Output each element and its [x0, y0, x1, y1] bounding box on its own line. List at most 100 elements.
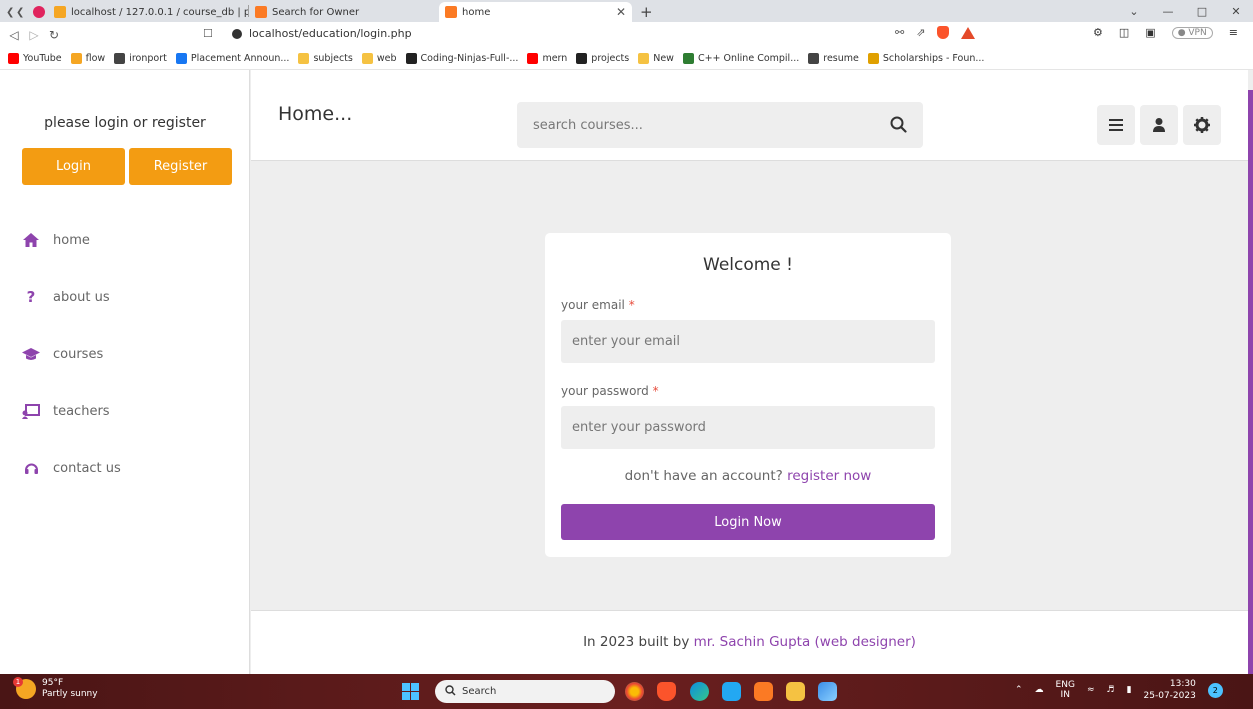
search-icon[interactable] [890, 116, 907, 137]
key-icon[interactable]: ⚯ [895, 26, 904, 39]
scrollbar-accent[interactable] [1248, 90, 1253, 709]
forward-history-icon[interactable]: ❮ [14, 2, 30, 22]
theme-toggle-button[interactable] [1183, 105, 1221, 145]
bookmark-item[interactable]: projects [576, 53, 629, 64]
login-prompt-text: please login or register [44, 115, 206, 131]
edge-icon[interactable] [690, 682, 709, 701]
bookmark-icon [114, 53, 126, 64]
brave-icon[interactable] [657, 682, 676, 701]
author-link[interactable]: mr. Sachin Gupta (web designer) [694, 634, 916, 650]
bookmark-item[interactable]: ironport [114, 53, 167, 64]
bookmark-icon [70, 53, 82, 64]
new-tab-button[interactable]: + [632, 2, 661, 22]
bookmark-item[interactable]: YouTube [8, 53, 62, 64]
window-controls: ⌄ — □ ✕ [1117, 0, 1253, 22]
close-tab-icon[interactable]: ✕ [616, 5, 626, 19]
bookmark-item[interactable]: C++ Online Compil... [682, 53, 799, 64]
email-field[interactable] [561, 320, 935, 363]
url-field[interactable]: localhost/education/login.php [232, 27, 412, 40]
battery-icon[interactable]: ▮ [1127, 685, 1132, 695]
weather-widget[interactable]: 1 95°F Partly sunny [13, 677, 98, 700]
wifi-icon[interactable]: ≈ [1087, 685, 1095, 695]
photos-icon[interactable] [818, 682, 837, 701]
bookmark-item[interactable]: web [361, 53, 397, 64]
xampp-icon[interactable] [754, 682, 773, 701]
register-button[interactable]: Register [129, 148, 232, 185]
language-region[interactable]: IN [1056, 690, 1075, 700]
browser-tab-phpmyadmin[interactable]: localhost / 127.0.0.1 / course_db | php [48, 2, 248, 22]
bookmark-label: web [376, 53, 397, 64]
browser-tab-search-owner[interactable]: Search for Owner [249, 2, 439, 22]
login-title: Welcome ! [703, 255, 793, 275]
bookmark-item[interactable]: flow [70, 53, 106, 64]
vpn-button[interactable]: ● VPN [1171, 26, 1213, 39]
language-code[interactable]: ENG [1056, 680, 1075, 690]
bookmark-label: Placement Announ... [190, 53, 290, 64]
windows-start-icon[interactable] [402, 683, 419, 700]
minimize-icon[interactable]: — [1151, 5, 1185, 18]
maximize-icon[interactable]: □ [1185, 5, 1219, 18]
bookmark-icon [867, 53, 879, 64]
brave-rewards-triangle-icon[interactable] [961, 26, 976, 39]
bookmark-page-icon[interactable]: ☐ [203, 27, 213, 40]
sidebar-item-label: contact us [53, 460, 121, 476]
bookmark-icon [361, 53, 373, 64]
bookmark-item[interactable]: Scholarships - Foun... [867, 53, 984, 64]
search-input[interactable] [517, 117, 877, 133]
url-text: localhost/education/login.php [249, 27, 412, 40]
required-mark: * [628, 298, 635, 312]
wallet-icon[interactable]: ▣ [1145, 26, 1155, 39]
user-button[interactable] [1140, 105, 1178, 145]
sun-icon: 1 [13, 677, 36, 699]
sidebar-toggle-icon[interactable]: ◫ [1119, 26, 1129, 39]
volume-icon[interactable]: ♬ [1107, 685, 1115, 695]
close-window-icon[interactable]: ✕ [1219, 5, 1253, 18]
menu-button[interactable] [1097, 105, 1135, 145]
sidebar-item-home[interactable]: home [22, 232, 90, 248]
back-icon[interactable]: ◁ [4, 28, 24, 42]
brave-shield-icon[interactable] [937, 26, 950, 39]
brave-rewards-icon[interactable] [30, 2, 48, 22]
bookmark-icon [638, 53, 650, 64]
cloud-icon[interactable]: ☁ [1035, 685, 1044, 695]
bookmark-label: flow [85, 53, 106, 64]
bookmark-item[interactable]: mern [527, 53, 567, 64]
password-field[interactable] [561, 406, 935, 449]
bookmark-item[interactable]: resume [808, 53, 859, 64]
xampp-icon [255, 6, 267, 18]
sublime-icon[interactable] [722, 682, 741, 701]
taskbar-search[interactable]: Search [435, 680, 615, 703]
file-explorer-icon[interactable] [786, 682, 805, 701]
email-label: your email * [561, 298, 635, 312]
user-icon [1153, 118, 1165, 132]
back-history-icon[interactable]: ❮ [0, 2, 14, 22]
extensions-puzzle-icon[interactable]: ⚙ [1093, 26, 1103, 39]
menu-icon[interactable]: ≡ [1229, 26, 1238, 39]
clock[interactable]: 13:30 25-07-2023 [1144, 678, 1196, 702]
browser-tab-home[interactable]: home ✕ [439, 2, 632, 22]
bookmark-item[interactable]: subjects [298, 53, 353, 64]
login-now-button[interactable]: Login Now [561, 504, 935, 540]
login-button[interactable]: Login [22, 148, 125, 185]
phpmyadmin-icon [54, 6, 66, 18]
share-icon[interactable]: ⇗ [916, 26, 925, 39]
notification-badge[interactable]: 2 [1207, 682, 1223, 698]
reload-icon[interactable]: ↻ [44, 28, 64, 42]
bookmark-icon [527, 53, 539, 64]
bookmark-icon [808, 53, 820, 64]
address-actions: ⚯ ⇗ [895, 26, 976, 39]
register-now-link[interactable]: register now [787, 468, 871, 484]
chevron-up-icon[interactable]: ⌃ [1015, 685, 1023, 695]
chrome-icon[interactable] [625, 682, 644, 701]
site-info-icon[interactable] [232, 28, 242, 39]
forward-icon[interactable]: ▷ [24, 28, 44, 42]
tab-search-icon[interactable]: ⌄ [1117, 5, 1151, 18]
bookmark-item[interactable]: Coding-Ninjas-Full-... [405, 53, 518, 64]
sidebar-item-teachers[interactable]: teachers [22, 403, 110, 419]
sidebar-item-about[interactable]: ? about us [22, 288, 110, 306]
sidebar-item-label: courses [53, 346, 104, 362]
bookmark-item[interactable]: Placement Announ... [175, 53, 290, 64]
sidebar-item-courses[interactable]: courses [22, 346, 103, 362]
sidebar-item-contact[interactable]: contact us [22, 460, 121, 476]
bookmark-item[interactable]: New [638, 53, 674, 64]
